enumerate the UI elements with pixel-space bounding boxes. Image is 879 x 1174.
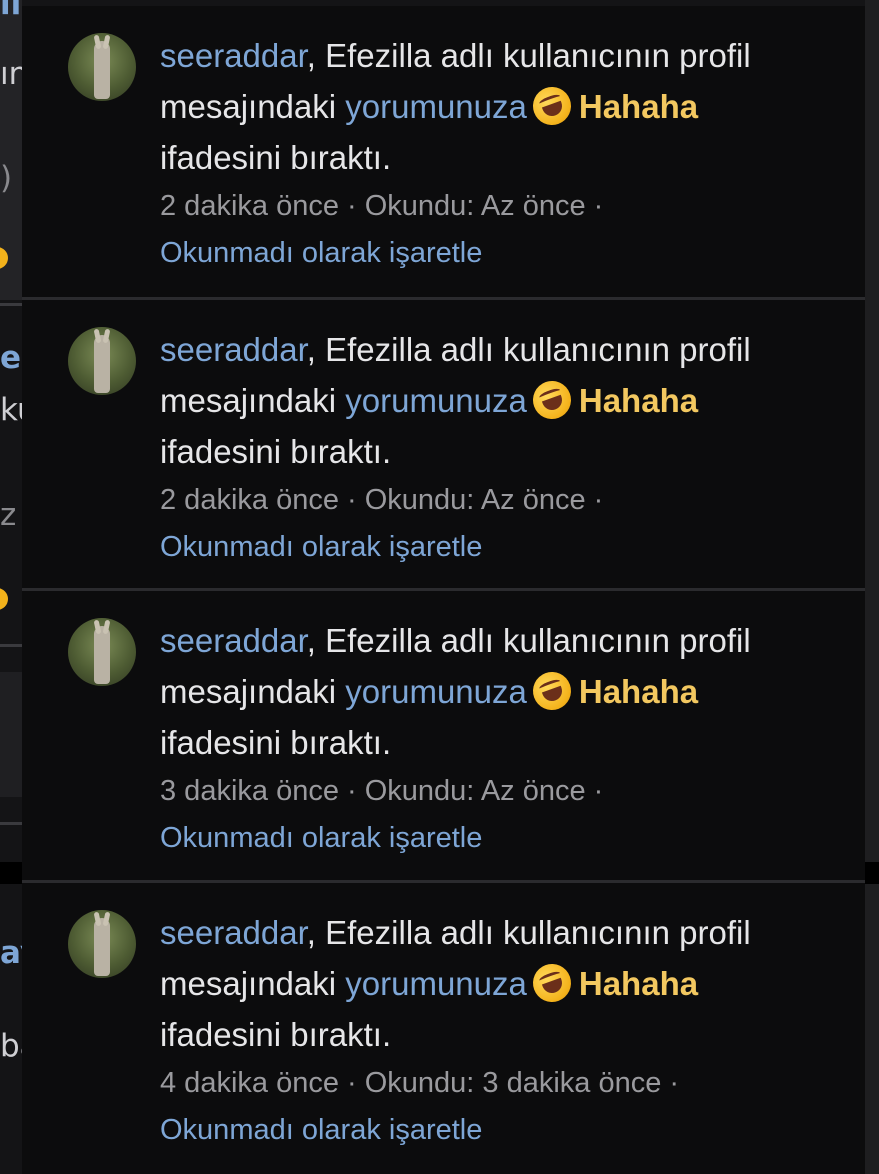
- background-fragment: il: [0, 0, 22, 22]
- notification-content: seeraddar, Efezilla adlı kullanıcının pr…: [160, 324, 840, 571]
- username-link[interactable]: seeraddar: [160, 37, 307, 74]
- background-fragment: ay: [0, 935, 22, 971]
- user-avatar[interactable]: [68, 327, 136, 395]
- reaction-label: Hahaha: [578, 673, 699, 710]
- mark-unread-link[interactable]: Okunmadı olarak işaretle: [160, 230, 840, 277]
- mark-unread-link[interactable]: Okunmadı olarak işaretle: [160, 815, 840, 862]
- username-link[interactable]: seeraddar: [160, 914, 307, 951]
- reaction-label: Hahaha: [578, 88, 699, 125]
- notification-text: , Efezilla adlı kullanıcının profil: [306, 37, 751, 74]
- rolling-on-floor-laughing-icon: [527, 81, 577, 131]
- rolling-on-floor-laughing-icon: [527, 375, 577, 425]
- notification-line-1: seeraddar, Efezilla adlı kullanıcının pr…: [160, 907, 840, 958]
- background-divider: [0, 822, 22, 825]
- notification-text: mesajındaki: [160, 965, 346, 1002]
- notification-content: seeraddar, Efezilla adlı kullanıcının pr…: [160, 615, 840, 862]
- comment-link[interactable]: yorumunuza: [345, 673, 527, 710]
- background-fragment: ba: [0, 1028, 22, 1064]
- background-fragment: ın: [0, 56, 22, 92]
- notification-meta: 2 dakika önce · Okundu: Az önce ·: [160, 190, 604, 222]
- notification-text: , Efezilla adlı kullanıcının profil: [306, 331, 751, 368]
- notification-line-3: ifadesini bıraktı.: [160, 1016, 392, 1053]
- notification-meta: 2 dakika önce · Okundu: Az önce ·: [160, 484, 604, 516]
- notification-content: seeraddar, Efezilla adlı kullanıcının pr…: [160, 907, 840, 1154]
- notification-line-2: mesajındaki yorumunuza Hahaha: [160, 375, 840, 426]
- background-divider: [0, 644, 22, 647]
- notification-line-2: mesajındaki yorumunuza Hahaha: [160, 81, 840, 132]
- user-avatar[interactable]: [68, 618, 136, 686]
- background-fragment: ) (: [0, 160, 22, 196]
- comment-link[interactable]: yorumunuza: [345, 382, 527, 419]
- user-avatar[interactable]: [68, 33, 136, 101]
- background-divider: [0, 303, 22, 306]
- notification-item[interactable]: seeraddar, Efezilla adlı kullanıcının pr…: [22, 6, 865, 297]
- notification-line-2: mesajındaki yorumunuza Hahaha: [160, 666, 840, 717]
- reaction-label: Hahaha: [578, 382, 699, 419]
- comment-link[interactable]: yorumunuza: [345, 88, 527, 125]
- notification-meta: 4 dakika önce · Okundu: 3 dakika önce ·: [160, 1067, 680, 1099]
- notification-line-1: seeraddar, Efezilla adlı kullanıcının pr…: [160, 30, 840, 81]
- notification-line-2: mesajındaki yorumunuza Hahaha: [160, 958, 840, 1009]
- notification-line-3: ifadesini bıraktı.: [160, 139, 392, 176]
- notification-line-3: ifadesini bıraktı.: [160, 433, 392, 470]
- notification-item[interactable]: seeraddar, Efezilla adlı kullanıcının pr…: [22, 883, 865, 1174]
- username-link[interactable]: seeraddar: [160, 331, 307, 368]
- notification-text: , Efezilla adlı kullanıcının profil: [306, 914, 751, 951]
- username-link[interactable]: seeraddar: [160, 622, 307, 659]
- notification-content: seeraddar, Efezilla adlı kullanıcının pr…: [160, 30, 840, 277]
- background-fragment: z ö: [0, 497, 22, 533]
- notification-text: mesajındaki: [160, 88, 346, 125]
- comment-link[interactable]: yorumunuza: [345, 965, 527, 1002]
- rolling-on-floor-laughing-icon: [527, 666, 577, 716]
- notification-text: mesajındaki: [160, 673, 346, 710]
- notification-line-3: ifadesini bıraktı.: [160, 724, 392, 761]
- background-block: [0, 862, 22, 884]
- background-edit-box: [0, 672, 22, 797]
- background-block: [865, 862, 879, 884]
- notification-line-1: seeraddar, Efezilla adlı kullanıcının pr…: [160, 324, 840, 375]
- notifications-panel: seeraddar, Efezilla adlı kullanıcının pr…: [22, 6, 865, 1174]
- mark-unread-link[interactable]: Okunmadı olarak işaretle: [160, 1107, 840, 1154]
- reaction-label: Hahaha: [578, 965, 699, 1002]
- notification-meta: 3 dakika önce · Okundu: Az önce ·: [160, 775, 604, 807]
- notification-text: mesajındaki: [160, 382, 346, 419]
- user-avatar[interactable]: [68, 910, 136, 978]
- mark-unread-link[interactable]: Okunmadı olarak işaretle: [160, 524, 840, 571]
- panel-right-edge: [865, 0, 879, 1174]
- rolling-on-floor-laughing-icon: [527, 958, 577, 1008]
- notification-item[interactable]: seeraddar, Efezilla adlı kullanıcının pr…: [22, 300, 865, 591]
- notification-text: , Efezilla adlı kullanıcının profil: [306, 622, 751, 659]
- notification-line-1: seeraddar, Efezilla adlı kullanıcının pr…: [160, 615, 840, 666]
- background-fragment: e: [0, 340, 22, 376]
- notification-item[interactable]: seeraddar, Efezilla adlı kullanıcının pr…: [22, 591, 865, 882]
- background-fragment: ku: [0, 392, 22, 428]
